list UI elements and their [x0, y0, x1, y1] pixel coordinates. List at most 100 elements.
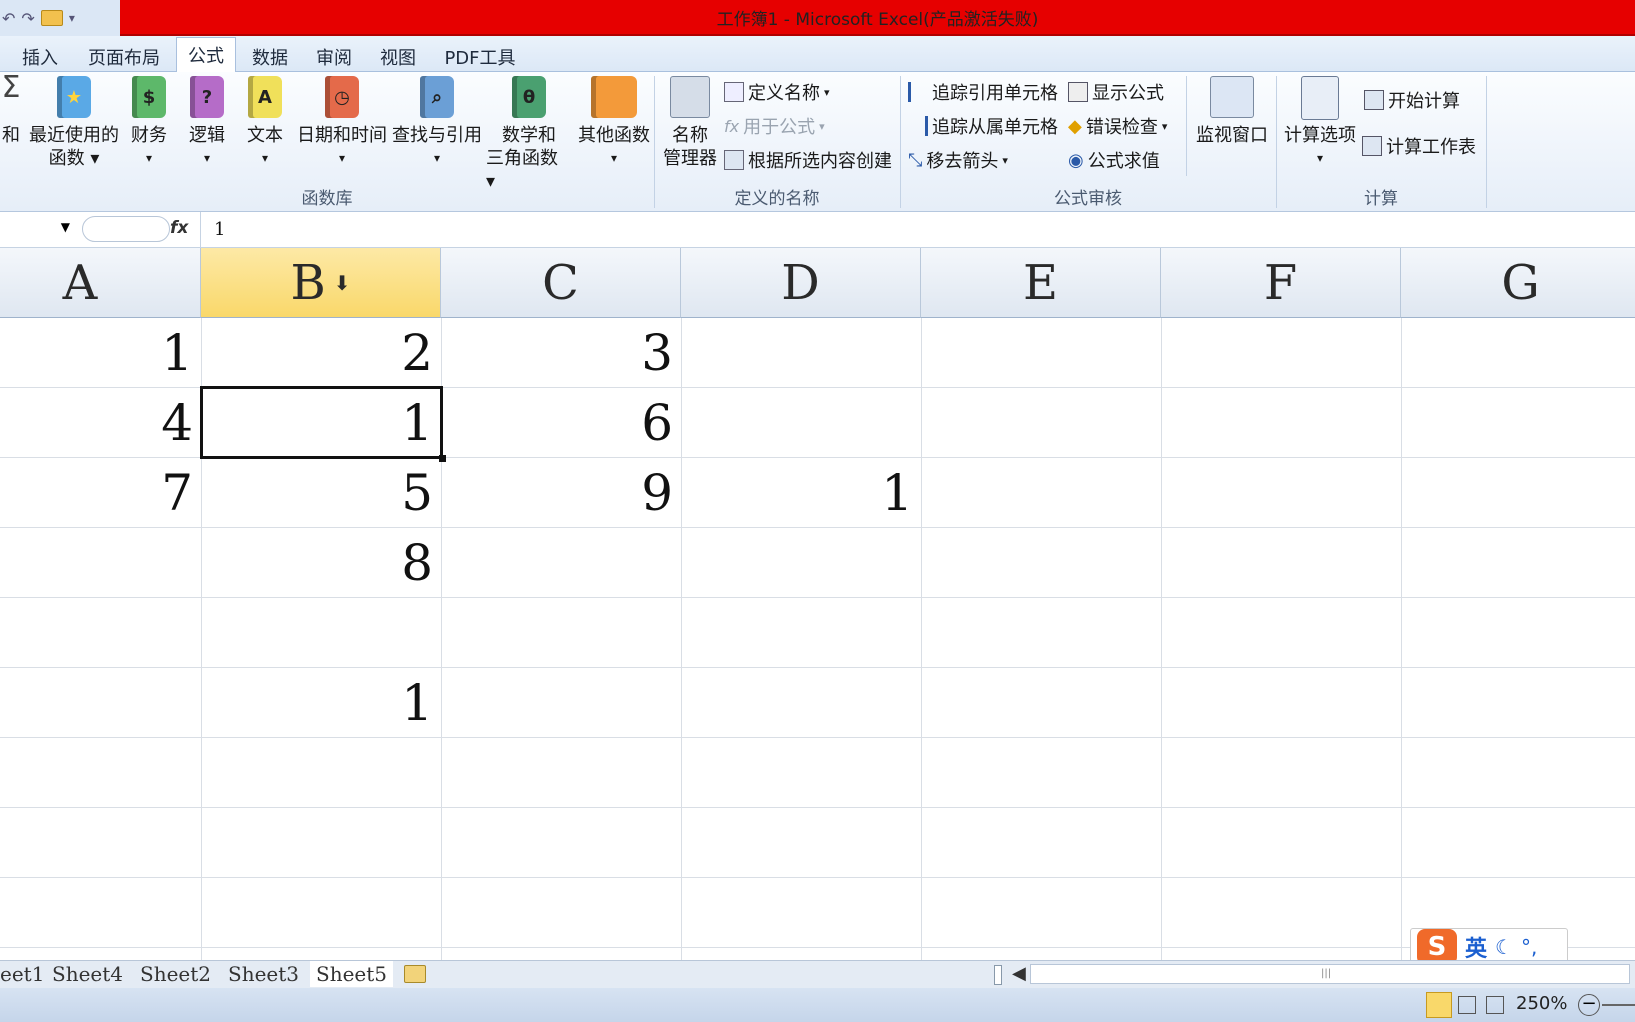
window-title: 工作簿1 - Microsoft Excel(产品激活失败) [120, 0, 1635, 36]
moon-icon[interactable]: ☾ [1495, 935, 1513, 959]
create-from-selection-button[interactable]: 根据所选内容创建 [724, 146, 892, 174]
tab-view[interactable]: 视图 [372, 42, 424, 72]
worksheet-grid: A B ⬇ C D E F G 1 2 3 4 1 6 7 5 9 1 8 1 [0, 248, 1635, 960]
horizontal-scrollbar[interactable]: ||| [1030, 964, 1630, 984]
question-book-icon: ? [190, 76, 224, 118]
sheet-tab[interactable]: Sheet4 [46, 961, 129, 987]
zoom-out-icon[interactable]: − [1578, 994, 1600, 1016]
name-box-dropdown-icon[interactable]: ▼ [61, 220, 70, 234]
evaluate-icon: ◉ [1068, 149, 1084, 171]
logical-button[interactable]: ? 逻辑 ▾ [182, 76, 232, 170]
scroll-grip-icon: ||| [1321, 968, 1332, 979]
magnifier-book-icon: ⌕ [420, 76, 454, 118]
trace-dependents-button[interactable]: 追踪从属单元格 [908, 112, 1058, 140]
formula-input[interactable]: 1 [214, 219, 225, 240]
name-manager-button[interactable]: 名称 管理器 [660, 76, 720, 170]
fx-icon: fx [724, 116, 740, 136]
error-checking-button[interactable]: ◆ 错误检查 ▾ [1068, 112, 1167, 140]
row-gridline [0, 877, 1635, 878]
cell-b6[interactable]: 1 [201, 668, 441, 737]
column-header-b[interactable]: B ⬇ [201, 248, 441, 318]
group-label-defined-names: 定义的名称 [734, 189, 820, 209]
sheet-tab[interactable]: Sheet2 [134, 961, 217, 987]
cursor-arrow-icon: ⬇ [333, 270, 351, 295]
remove-arrows-icon: ⤡ [908, 149, 923, 171]
define-name-button[interactable]: 定义名称 ▾ [724, 78, 830, 106]
cell-c1[interactable]: 3 [441, 318, 681, 387]
datetime-button[interactable]: ◷ 日期和时间 ▾ [296, 76, 388, 170]
tab-review[interactable]: 审阅 [308, 42, 360, 72]
sheet-tab-active[interactable]: Sheet5 [310, 961, 394, 987]
cell-c2[interactable]: 6 [441, 388, 681, 457]
column-header-d[interactable]: D [681, 248, 921, 318]
trace-precedents-icon [908, 82, 928, 102]
punctuation-icon[interactable]: °, [1521, 935, 1537, 959]
cell-d3[interactable]: 1 [681, 458, 921, 527]
trace-precedents-button[interactable]: 追踪引用单元格 [908, 78, 1058, 106]
undo-icon[interactable]: ↶ [2, 9, 15, 28]
zoom-level[interactable]: 250% [1516, 993, 1567, 1014]
calculation-options-button[interactable]: 计算选项 ▾ [1280, 76, 1360, 170]
warning-icon: ◆ [1068, 115, 1082, 137]
cell-b4[interactable]: 8 [201, 528, 441, 597]
cell-a3[interactable]: 7 [0, 458, 201, 527]
ime-mode[interactable]: 英 [1465, 931, 1487, 963]
text-button[interactable]: A 文本 ▾ [240, 76, 290, 170]
sheet-tab[interactable]: Sheet3 [222, 961, 305, 987]
fill-handle[interactable] [439, 455, 446, 462]
column-header-c[interactable]: C [441, 248, 681, 318]
zoom-slider[interactable] [1602, 1004, 1635, 1006]
cell-a1[interactable]: 1 [0, 318, 201, 387]
evaluate-formula-button[interactable]: ◉ 公式求值 [1068, 146, 1160, 174]
cell-b3[interactable]: 5 [201, 458, 441, 527]
tab-page-layout[interactable]: 页面布局 [80, 42, 168, 72]
use-in-formula-button[interactable]: fx 用于公式 ▾ [724, 112, 825, 140]
column-header-a[interactable]: A [0, 248, 201, 318]
show-formulas-button[interactable]: 显示公式 [1068, 78, 1164, 106]
tab-data[interactable]: 数据 [244, 42, 296, 72]
cell-b1[interactable]: 2 [201, 318, 441, 387]
page-break-view-icon[interactable] [1486, 996, 1504, 1014]
recent-functions-button[interactable]: ★ 最近使用的 函数 ▾ [26, 76, 122, 170]
group-label-calculation: 计算 [1364, 189, 1398, 209]
clock-book-icon: ◷ [325, 76, 359, 118]
column-header-g[interactable]: G [1401, 248, 1635, 318]
scroll-left-icon[interactable]: ◀ [1012, 963, 1026, 984]
show-formulas-icon [1068, 82, 1088, 102]
page-layout-view-icon[interactable] [1458, 996, 1476, 1014]
insert-sheet-icon[interactable] [404, 965, 426, 983]
tab-insert[interactable]: 插入 [14, 42, 66, 72]
column-header-e[interactable]: E [921, 248, 1161, 318]
lookup-button[interactable]: ⌕ 查找与引用 ▾ [390, 76, 484, 170]
more-functions-button[interactable]: 其他函数 ▾ [574, 76, 654, 170]
open-folder-icon[interactable] [40, 10, 63, 26]
math-trig-button[interactable]: θ 数学和 三角函数 ▾ [486, 76, 572, 193]
tab-formulas[interactable]: 公式 [176, 37, 236, 72]
group-label-function-library: 函数库 [301, 189, 353, 209]
calculate-sheet-button[interactable]: 计算工作表 [1362, 132, 1476, 160]
formula-bar-expand-control[interactable] [82, 216, 170, 242]
customize-qat-icon[interactable]: ▾ [69, 11, 75, 25]
normal-view-icon[interactable] [1426, 992, 1452, 1018]
tab-split-handle[interactable] [994, 965, 1002, 985]
remove-arrows-button[interactable]: ⤡ 移去箭头 ▾ [908, 146, 1008, 174]
theta-book-icon: θ [512, 76, 546, 118]
formula-bar: ▼ fx 1 [0, 212, 1635, 248]
sheet-tab[interactable]: eet1 [0, 961, 50, 987]
cell-c3[interactable]: 9 [441, 458, 681, 527]
calculate-now-button[interactable]: 开始计算 [1364, 86, 1460, 114]
divider [200, 212, 201, 248]
cell-a2[interactable]: 4 [0, 388, 201, 457]
excel-window: ↶ ↷ ▾ 工作簿1 - Microsoft Excel(产品激活失败) 插入 … [0, 0, 1635, 1022]
autosum-button[interactable]: Σ 和 [0, 73, 26, 147]
tab-pdf-tools[interactable]: PDF工具 [440, 42, 520, 72]
financial-button[interactable]: $ 财务 ▾ [124, 76, 174, 170]
text-book-icon: A [248, 76, 282, 118]
column-header-f[interactable]: F [1161, 248, 1401, 318]
name-box[interactable]: ▼ [0, 216, 72, 242]
column-gridline [681, 318, 682, 960]
group-separator [1486, 76, 1487, 208]
watch-window-button[interactable]: 监视窗口 [1192, 76, 1272, 147]
insert-function-icon[interactable]: fx [170, 218, 188, 238]
redo-icon[interactable]: ↷ [21, 9, 34, 28]
